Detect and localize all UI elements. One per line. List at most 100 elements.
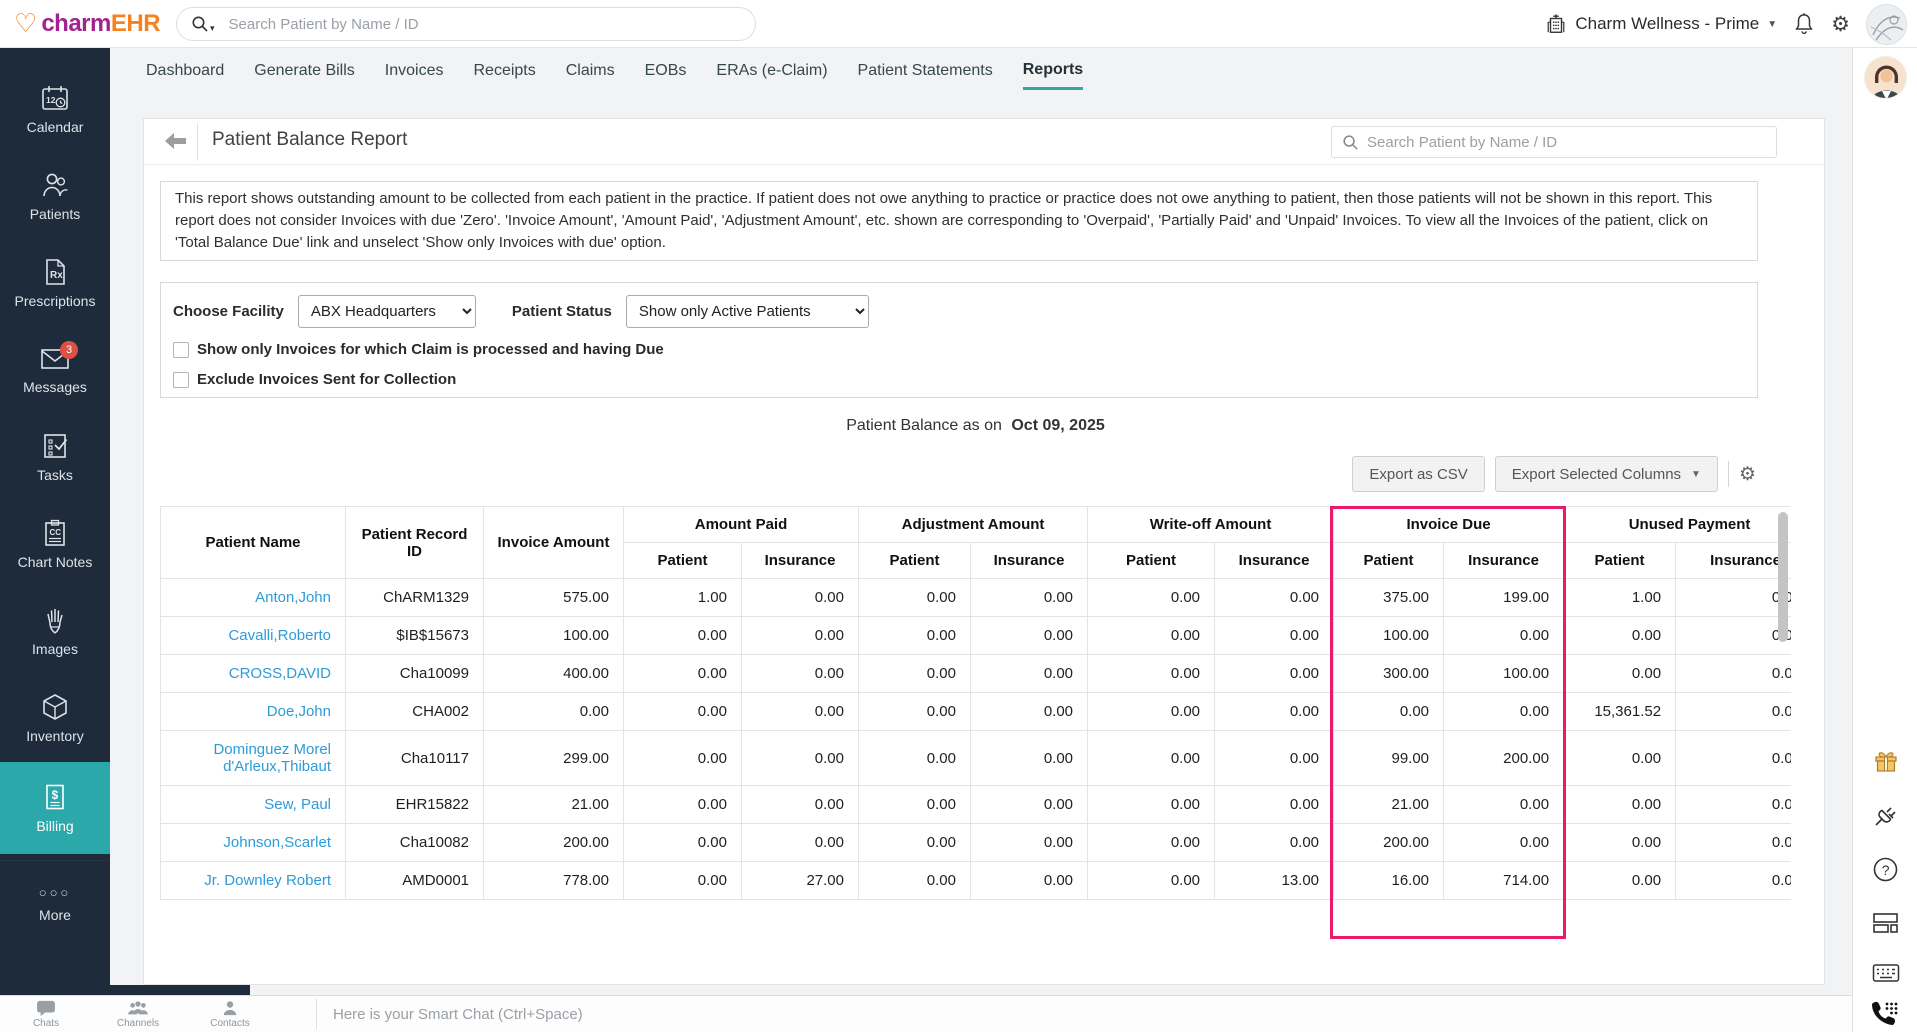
cell-paid-patient: 0.00 [624,655,742,693]
patient-name-link[interactable]: Dominguez Morel d'Arleux,Thibaut [213,741,331,775]
help-icon[interactable]: ? [1872,856,1899,883]
table-body: Anton,JohnChARM1329575.001.000.000.000.0… [161,579,1792,900]
cell-patient-name: Dominguez Morel d'Arleux,Thibaut [161,731,346,786]
cell-paid-patient: 0.00 [624,693,742,731]
cell-due-patient: 16.00 [1334,862,1444,900]
tab-claims[interactable]: Claims [566,56,615,88]
keyboard-icon[interactable] [1872,963,1900,983]
sidebar-item-tasks[interactable]: Tasks [0,414,110,501]
sidebar-item-chart-notes[interactable]: CC Chart Notes [0,501,110,588]
patient-status-select[interactable]: Show only Active Patients [626,295,869,328]
export-csv-button[interactable]: Export as CSV [1352,456,1484,492]
sidebar-item-messages[interactable]: 3 Messages [0,327,110,414]
claim-processed-checkbox[interactable] [173,342,189,358]
cell-record-id: EHR15822 [346,786,484,824]
sidebar-item-billing[interactable]: $ Billing [0,762,110,854]
cell-due-insurance: 199.00 [1444,579,1564,617]
cell-paid-patient: 0.00 [624,862,742,900]
cell-invoice-amount: 299.00 [484,731,624,786]
facility-select[interactable]: ABX Headquarters [298,295,476,328]
column-settings-gear-icon[interactable]: ⚙ [1739,465,1756,484]
cell-adj-patient: 0.00 [859,731,971,786]
subcol-patient: Patient [859,543,971,579]
sidebar-item-inventory[interactable]: Inventory [0,675,110,762]
exclude-collection-checkbox[interactable] [173,372,189,388]
sidebar-item-patients[interactable]: Patients [0,153,110,240]
balance-as-on-line: Patient Balance as on Oct 09, 2025 [160,417,1791,435]
gear-icon: ⚙ [1831,14,1850,35]
cell-writeoff-insurance: 13.00 [1215,862,1334,900]
report-patient-search[interactable] [1331,126,1777,158]
patient-name-link[interactable]: Anton,John [255,589,331,606]
cell-invoice-amount: 575.00 [484,579,624,617]
tab-eras-e-claim[interactable]: ERAs (e-Claim) [716,56,827,88]
patient-name-link[interactable]: Sew, Paul [264,796,331,813]
cell-record-id: Cha10117 [346,731,484,786]
tab-invoices[interactable]: Invoices [385,56,444,88]
tab-reports[interactable]: Reports [1023,55,1083,90]
cell-unused-patient: 0.00 [1564,617,1676,655]
cell-writeoff-patient: 0.00 [1088,824,1215,862]
patient-name-link[interactable]: Jr. Downley Robert [204,872,331,889]
col-invoice-amount: Invoice Amount [484,507,624,579]
dock-channels[interactable]: Channels [92,1000,184,1029]
report-search-input[interactable] [1367,134,1757,151]
cell-paid-patient: 1.00 [624,579,742,617]
dock-chats[interactable]: Chats [0,1000,92,1029]
cell-writeoff-insurance: 0.00 [1215,655,1334,693]
gift-icon[interactable] [1873,748,1899,774]
sidebar-item-calendar[interactable]: 12 Calendar [0,66,110,153]
practice-switcher[interactable]: Charm Wellness - Prime ▼ [1545,13,1777,35]
layout-widgets-icon[interactable] [1872,911,1899,935]
patient-name-link[interactable]: Johnson,Scarlet [223,834,331,851]
cell-adj-patient: 0.00 [859,655,971,693]
sidebar-label: Patients [30,206,81,222]
account-avatar[interactable] [1866,4,1907,45]
cell-writeoff-insurance: 0.00 [1215,824,1334,862]
export-selected-columns-label: Export Selected Columns [1512,466,1681,483]
patient-name-link[interactable]: CROSS,DAVID [229,665,331,682]
table-row: Jr. Downley RobertAMD0001778.000.0027.00… [161,862,1792,900]
tab-receipts[interactable]: Receipts [473,56,535,88]
sidebar-item-prescriptions[interactable]: Rx Prescriptions [0,240,110,327]
notifications-button[interactable] [1793,12,1815,36]
left-sidebar: 12 Calendar Patients Rx Prescriptions [0,48,110,995]
facility-label: Choose Facility [173,303,284,320]
search-scope-caret-icon[interactable]: ▾ [210,23,215,34]
tab-generate-bills[interactable]: Generate Bills [254,56,355,88]
phone-dialer-icon[interactable] [1869,1000,1899,1026]
cell-record-id: AMD0001 [346,862,484,900]
cell-invoice-amount: 778.00 [484,862,624,900]
charmehr-logo[interactable]: ♡ charm EHR [14,10,164,38]
cell-patient-name: Anton,John [161,579,346,617]
settings-button[interactable]: ⚙ [1831,14,1850,35]
cell-paid-insurance: 0.00 [742,824,859,862]
table-row: CROSS,DAVIDCha10099400.000.000.000.000.0… [161,655,1792,693]
cell-adj-patient: 0.00 [859,786,971,824]
patients-icon [40,171,70,199]
back-button[interactable] [162,129,188,158]
dock-contacts[interactable]: Contacts [184,1000,276,1029]
export-selected-columns-button[interactable]: Export Selected Columns ▼ [1495,456,1718,492]
cell-invoice-amount: 21.00 [484,786,624,824]
profile-avatar[interactable] [1864,56,1907,99]
cell-record-id: ChARM1329 [346,579,484,617]
global-patient-search[interactable]: ▾ [176,7,756,41]
cell-adj-insurance: 0.00 [971,731,1088,786]
smart-chat-placeholder[interactable]: Here is your Smart Chat (Ctrl+Space) [333,1006,583,1023]
plug-icon[interactable] [1873,802,1899,828]
cell-adj-patient: 0.00 [859,693,971,731]
tab-dashboard[interactable]: Dashboard [146,56,224,88]
patient-name-link[interactable]: Cavalli,Roberto [228,627,331,644]
cell-invoice-amount: 200.00 [484,824,624,862]
patient-name-link[interactable]: Doe,John [267,703,331,720]
heart-logo-icon: ♡ [14,10,37,36]
global-search-input[interactable] [229,16,709,33]
table-scrollbar[interactable] [1778,512,1788,642]
sidebar-item-more[interactable]: ○○○ More [0,860,110,947]
cell-patient-name: Sew, Paul [161,786,346,824]
tab-eobs[interactable]: EOBs [645,56,687,88]
tab-patient-statements[interactable]: Patient Statements [858,56,993,88]
cell-record-id: Cha10082 [346,824,484,862]
sidebar-item-images[interactable]: Images [0,588,110,675]
